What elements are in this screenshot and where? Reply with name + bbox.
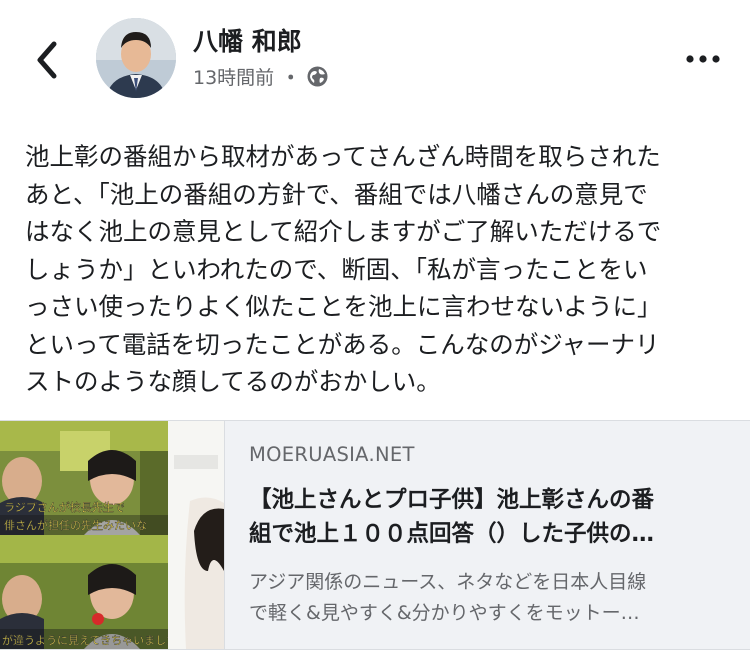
post-header: 八幡 和郎 13時間前 ・ (0, 0, 750, 120)
avatar[interactable] (96, 18, 176, 98)
thumbnail-image: ラジプさんが校長先生で 俳さんが担任の先生みたいな が違うように見えてきちゃいま… (0, 421, 168, 649)
link-thumbnail: ラジプさんが校長先生で 俳さんが担任の先生みたいな が違うように見えてきちゃいま… (0, 421, 224, 649)
avatar-image (96, 18, 176, 98)
more-options-button[interactable] (683, 44, 723, 74)
svg-text:俳さんが担任の先生みたいな: 俳さんが担任の先生みたいな (4, 518, 147, 532)
svg-text:ラジプさんが校長先生で: ラジプさんが校長先生で (4, 500, 125, 514)
link-title-line-1: 【池上さんとプロ子供】池上彰さんの番 (249, 487, 655, 513)
globe-icon (307, 66, 328, 86)
chevron-left-icon (37, 41, 57, 79)
link-description: アジア関係のニュース、ネタなどを日本人目線 で軽く&見やすく&分かりやすくをモッ… (249, 567, 739, 629)
thumbnail-side-image (168, 421, 224, 649)
link-description-line-2: で軽く&見やすく&分かりやすくをモットー… (249, 602, 640, 624)
back-button[interactable] (30, 38, 64, 82)
meta-separator: ・ (281, 66, 301, 89)
post-text: 池上彰の番組から取材があってさんざん時間を取らされた あと、「池上の番組の方針で… (25, 142, 662, 396)
post-meta: 13時間前 ・ (193, 62, 328, 90)
link-description-line-1: アジア関係のニュース、ネタなどを日本人目線 (249, 571, 647, 593)
link-preview-card[interactable]: ラジプさんが校長先生で 俳さんが担任の先生みたいな が違うように見えてきちゃいま… (0, 420, 750, 650)
author-name[interactable]: 八幡 和郎 (193, 22, 302, 58)
svg-text:が違うように見えてきちゃいました: が違うように見えてきちゃいました (2, 633, 168, 647)
link-title: 【池上さんとプロ子供】池上彰さんの番 組で池上１００点回答（）した子供の… (249, 483, 739, 551)
link-card-body: MOERUASIA.NET 【池上さんとプロ子供】池上彰さんの番 組で池上１００… (224, 421, 750, 649)
link-title-line-2: 組で池上１００点回答（）した子供の… (249, 521, 655, 547)
more-horizontal-icon (686, 55, 720, 63)
link-domain: MOERUASIA.NET (249, 443, 415, 466)
post-time[interactable]: 13時間前 (193, 63, 274, 90)
